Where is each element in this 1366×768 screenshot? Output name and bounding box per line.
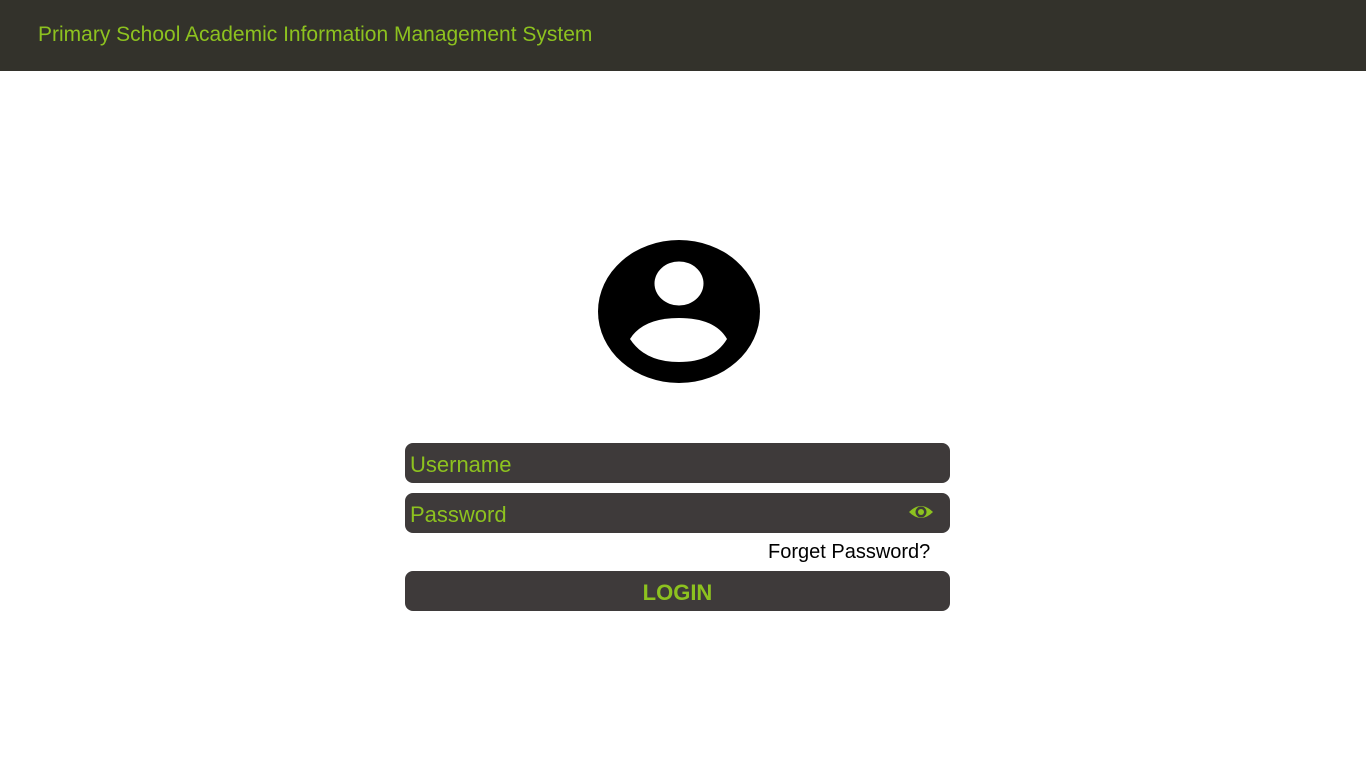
password-input[interactable]: [405, 493, 950, 533]
username-input[interactable]: [405, 443, 950, 483]
user-avatar-icon: [598, 240, 760, 383]
login-button[interactable]: LOGIN: [405, 571, 950, 611]
forgot-password-link[interactable]: Forget Password?: [768, 540, 930, 564]
app-title: Primary School Academic Information Mana…: [38, 23, 593, 46]
eye-icon[interactable]: [908, 502, 934, 522]
top-bar: Primary School Academic Information Mana…: [0, 0, 1366, 71]
